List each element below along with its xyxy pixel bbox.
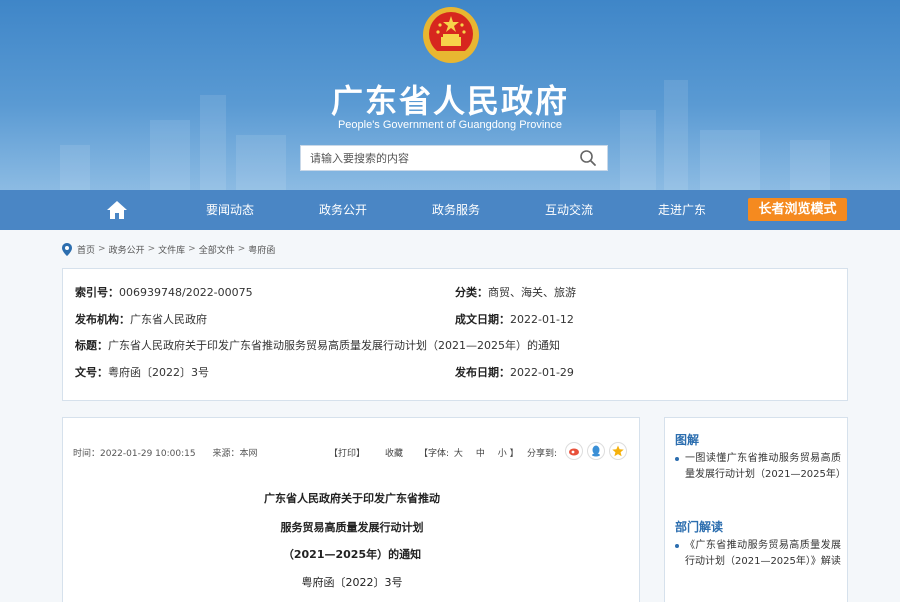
home-icon[interactable] [106,200,128,220]
search-input[interactable] [301,146,569,170]
meta-written-date: 成文日期：2022-01-12 [455,311,574,327]
article-heading-line-1: 广东省人民政府关于印发广东省推动 [264,492,440,505]
qzone-share-icon[interactable] [609,442,627,460]
share-label: 分享到: [527,449,558,459]
main-nav: 要闻动态 政务公开 政务服务 互动交流 走进广东 长者浏览模式 [0,190,900,230]
article-time: 时间：2022-01-29 10:00:15 [73,449,196,459]
meta-publisher-label: 发布机构： [75,313,130,326]
meta-index-value: 006939748/2022-00075 [119,286,253,299]
sidebar-link-interpretation[interactable]: 《广东省推动服务贸易高质量发展行动计划（2021—2025年）》解读 [675,538,841,570]
nav-item-gov-affairs[interactable]: 政务公开 [319,190,367,230]
meta-pubdate-value: 2022-01-29 [510,366,574,379]
article-heading-line-3: （2021—2025年）的通知 [282,548,422,561]
breadcrumb-home[interactable]: 首页 [77,243,95,256]
print-button[interactable]: 【打印】 [329,446,365,459]
weibo-share-icon[interactable] [565,442,583,460]
meta-index-label: 索引号： [75,286,119,299]
font-size-label: 【字体: [419,449,450,459]
search-icon[interactable] [569,146,607,170]
related-sidebar: 图解 一图读懂广东省推动服务贸易高质量发展行动计划（2021—2025年） 部门… [664,417,848,602]
nav-item-interaction[interactable]: 互动交流 [545,190,593,230]
meta-publish-date: 发布日期：2022-01-29 [455,364,574,380]
meta-category: 分类：商贸、海关、旅游 [455,284,576,300]
font-medium-button[interactable]: 中 [476,449,485,459]
article-source: 来源：本网 [212,449,258,459]
article-panel: 时间：2022-01-29 10:00:15 来源：本网 【打印】 收藏 【字体… [62,417,640,602]
breadcrumb-separator: > [188,244,196,254]
elder-mode-button[interactable]: 长者浏览模式 [748,198,847,221]
breadcrumb-gov-affairs[interactable]: 政务公开 [109,243,145,256]
meta-title: 标题：广东省人民政府关于印发广东省推动服务贸易高质量发展行动计划（2021—20… [75,337,560,353]
nav-item-about-guangdong[interactable]: 走进广东 [658,190,706,230]
breadcrumb-file-library[interactable]: 文件库 [158,243,185,256]
breadcrumb-all-files[interactable]: 全部文件 [199,243,235,256]
meta-category-label: 分类： [455,286,488,299]
meta-doc-number: 文号：粤府函〔2022〕3号 [75,364,209,380]
meta-publisher-value: 广东省人民政府 [130,313,207,326]
national-emblem-icon [423,7,479,63]
meta-pubdate-label: 发布日期： [455,366,510,379]
site-subtitle: People's Government of Guangdong Provinc… [337,119,563,131]
breadcrumb-current[interactable]: 粤府函 [248,243,275,256]
nav-item-gov-services[interactable]: 政务服务 [432,190,480,230]
site-title: 广东省人民政府 [330,82,569,120]
nav-item-news[interactable]: 要闻动态 [206,190,254,230]
article-info: 时间：2022-01-29 10:00:15 来源：本网 [73,446,257,459]
font-small-button[interactable]: 小 [498,449,507,459]
meta-written-label: 成文日期： [455,313,510,326]
font-large-button[interactable]: 大 [454,449,463,459]
sidebar-link-infographic[interactable]: 一图读懂广东省推动服务贸易高质量发展行动计划（2021—2025年） [675,451,846,483]
breadcrumb-separator: > [147,244,156,254]
article-doc-number: 粤府函〔2022〕3号 [301,576,403,589]
sidebar-section-interpretation: 部门解读 [675,520,724,534]
qq-share-icon[interactable] [587,442,605,460]
font-size-controls: 【字体: 大 中 小 】 [419,446,519,459]
meta-index: 索引号：006939748/2022-00075 [75,284,253,300]
meta-publisher: 发布机构：广东省人民政府 [75,311,207,327]
sidebar-section-infographic: 图解 [675,433,700,447]
meta-title-value: 广东省人民政府关于印发广东省推动服务贸易高质量发展行动计划（2021—2025年… [108,339,560,352]
article-heading-line-2: 服务贸易高质量发展行动计划 [280,521,424,534]
breadcrumb-separator: > [98,244,106,254]
location-pin-icon [62,242,72,256]
breadcrumb-separator: > [237,244,246,254]
breadcrumb: 首页 > 政务公开 > 文件库 > 全部文件 > 粤府函 [62,241,275,257]
meta-docno-value: 粤府函〔2022〕3号 [108,366,209,379]
meta-docno-label: 文号： [75,366,108,379]
meta-written-value: 2022-01-12 [510,313,574,326]
meta-category-value: 商贸、海关、旅游 [488,286,576,299]
meta-title-label: 标题： [75,339,108,352]
font-size-close: 】 [509,449,519,459]
document-meta-box: 索引号：006939748/2022-00075 分类：商贸、海关、旅游 发布机… [62,268,848,401]
search-box [300,145,608,171]
header-banner: 广东省人民政府 People's Government of Guangdong… [0,0,900,190]
favorite-button[interactable]: 收藏 [385,446,403,459]
